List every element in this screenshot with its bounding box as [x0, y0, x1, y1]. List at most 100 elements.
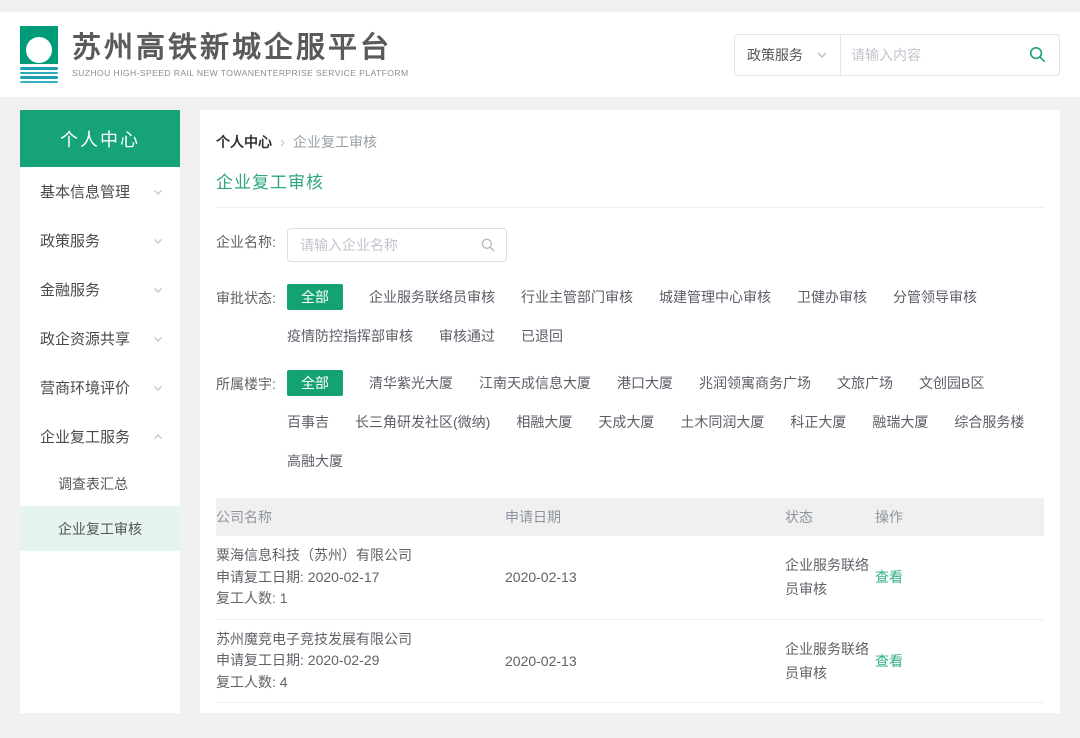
company-input-wrap — [287, 228, 507, 262]
sidebar-item-label: 金融服务 — [40, 279, 100, 300]
brand-text: 苏州高铁新城企服平台 SUZHOU HIGH-SPEED RAIL NEW TO… — [72, 31, 409, 78]
search-category-value: 政策服务 — [747, 45, 803, 65]
brand-title-cn: 苏州高铁新城企服平台 — [72, 31, 409, 65]
sidebar-subitem[interactable]: 调查表汇总 — [20, 461, 180, 506]
header-search-box: 政策服务 — [734, 34, 1060, 76]
sidebar-item[interactable]: 营商环境评价 — [20, 363, 180, 412]
building-label: 所属楼宇: — [216, 370, 287, 398]
view-link[interactable]: 查看 — [875, 569, 903, 585]
sidebar-item[interactable]: 企业复工服务 — [20, 412, 180, 461]
sidebar-header: 个人中心 — [20, 110, 180, 167]
status-option[interactable]: 疫情防控指挥部审核 — [287, 323, 413, 349]
status-options: 全部企业服务联络员审核行业主管部门审核城建管理中心审核卫健办审核分管领导审核疫情… — [287, 284, 1037, 349]
company-name-input[interactable] — [298, 236, 480, 254]
company-cell: 苏州魔竞电子竞技发展有限公司申请复工日期: 2020-02-29复工人数: 4 — [216, 629, 505, 694]
status-option[interactable]: 城建管理中心审核 — [659, 284, 771, 310]
company-name: 粟海信息科技（苏州）有限公司 — [216, 545, 505, 567]
company-name-label: 企业名称: — [216, 228, 287, 256]
building-option[interactable]: 科正大厦 — [790, 409, 846, 435]
breadcrumb-separator-icon: › — [280, 134, 285, 151]
building-filter-row: 所属楼宇: 全部清华紫光大厦江南天成信息大厦港口大厦兆润领寓商务广场文旅广场文创… — [216, 370, 1044, 474]
actions-cell: 查看 — [875, 567, 1044, 587]
table-row: 苏州魔竞电子竞技发展有限公司申请复工日期: 2020-02-29复工人数: 42… — [216, 620, 1044, 704]
building-option[interactable]: 融瑞大厦 — [872, 409, 928, 435]
sidebar-item-label: 企业复工服务 — [40, 426, 130, 447]
sidebar-menu: 基本信息管理政策服务金融服务政企资源共享营商环境评价企业复工服务调查表汇总企业复… — [20, 167, 180, 551]
building-option[interactable]: 高融大厦 — [287, 448, 343, 474]
resume-headcount: 复工人数: 4 — [216, 672, 505, 694]
column-header-company: 公司名称 — [216, 507, 505, 527]
status-label: 审批状态: — [216, 284, 287, 312]
search-icon[interactable] — [1028, 45, 1047, 64]
company-name: 苏州福嘉汇商贸有限公司 — [216, 712, 505, 713]
column-header-apply-date: 申请日期 — [505, 507, 785, 527]
sidebar-item[interactable]: 基本信息管理 — [20, 167, 180, 216]
status-option[interactable]: 全部 — [287, 284, 343, 310]
table-header-row: 公司名称 申请日期 状态 操作 — [216, 498, 1044, 536]
company-cell: 苏州福嘉汇商贸有限公司申请复工日期: 2020-02-13复工人数: 1 — [216, 712, 505, 713]
view-link[interactable]: 查看 — [875, 653, 903, 669]
column-header-actions: 操作 — [875, 507, 1044, 527]
brand-logo — [20, 26, 60, 83]
sidebar-item-label: 营商环境评价 — [40, 377, 130, 398]
title-divider — [216, 207, 1044, 208]
status-option[interactable]: 审核通过 — [439, 323, 495, 349]
building-option[interactable]: 江南天成信息大厦 — [479, 370, 591, 396]
building-option[interactable]: 百事吉 — [287, 409, 329, 435]
sidebar-subitem[interactable]: 企业复工审核 — [20, 506, 180, 551]
table-row: 苏州福嘉汇商贸有限公司申请复工日期: 2020-02-13复工人数: 12020… — [216, 703, 1044, 713]
building-option[interactable]: 天成大厦 — [598, 409, 654, 435]
company-name: 苏州魔竞电子竞技发展有限公司 — [216, 629, 505, 651]
chevron-up-icon — [152, 431, 164, 443]
resume-headcount: 复工人数: 1 — [216, 588, 505, 610]
page-title: 企业复工审核 — [216, 168, 1044, 193]
building-options: 全部清华紫光大厦江南天成信息大厦港口大厦兆润领寓商务广场文旅广场文创园B区百事吉… — [287, 370, 1037, 474]
status-cell: 企业服务联络员审核 — [785, 637, 869, 685]
building-option[interactable]: 综合服务楼 — [954, 409, 1024, 435]
applications-table: 公司名称 申请日期 状态 操作 粟海信息科技（苏州）有限公司申请复工日期: 20… — [216, 498, 1044, 713]
building-option[interactable]: 港口大厦 — [617, 370, 673, 396]
building-option[interactable]: 文创园B区 — [919, 370, 984, 396]
status-option[interactable]: 企业服务联络员审核 — [369, 284, 495, 310]
brand-title-en: SUZHOU HIGH-SPEED RAIL NEW TOWANENTERPRI… — [72, 68, 409, 78]
building-option[interactable]: 土木同润大厦 — [680, 409, 764, 435]
status-option[interactable]: 卫健办审核 — [797, 284, 867, 310]
page-layout: 个人中心 基本信息管理政策服务金融服务政企资源共享营商环境评价企业复工服务调查表… — [20, 110, 1060, 713]
sidebar-item-label: 政策服务 — [40, 230, 100, 251]
status-cell: 企业服务联络员审核 — [785, 553, 869, 601]
chevron-down-icon — [816, 49, 828, 61]
building-option[interactable]: 文旅广场 — [837, 370, 893, 396]
building-option[interactable]: 全部 — [287, 370, 343, 396]
sidebar-item-label: 基本信息管理 — [40, 181, 130, 202]
building-option[interactable]: 相融大厦 — [516, 409, 572, 435]
apply-date-cell: 2020-02-13 — [505, 653, 785, 669]
building-option[interactable]: 兆润领寓商务广场 — [699, 370, 811, 396]
chevron-down-icon — [152, 235, 164, 247]
status-option[interactable]: 行业主管部门审核 — [521, 284, 633, 310]
sidebar-item[interactable]: 政策服务 — [20, 216, 180, 265]
breadcrumb: 个人中心 › 企业复工审核 — [216, 132, 1044, 152]
logo-waves-icon — [20, 67, 60, 83]
logo-circle-icon — [26, 37, 52, 63]
search-category-select[interactable]: 政策服务 — [735, 35, 841, 75]
resume-date: 申请复工日期: 2020-02-17 — [216, 567, 505, 589]
building-option[interactable]: 长三角研发社区(微纳) — [355, 409, 490, 435]
resume-date: 申请复工日期: 2020-02-29 — [216, 650, 505, 672]
building-option[interactable]: 清华紫光大厦 — [369, 370, 453, 396]
breadcrumb-root[interactable]: 个人中心 — [216, 132, 272, 152]
company-cell: 粟海信息科技（苏州）有限公司申请复工日期: 2020-02-17复工人数: 1 — [216, 545, 505, 610]
company-filter-row: 企业名称: — [216, 228, 1044, 262]
sidebar-item[interactable]: 金融服务 — [20, 265, 180, 314]
breadcrumb-current: 企业复工审核 — [293, 132, 377, 152]
status-option[interactable]: 已退回 — [521, 323, 563, 349]
sidebar-item[interactable]: 政企资源共享 — [20, 314, 180, 363]
search-icon[interactable] — [480, 237, 496, 253]
chevron-down-icon — [152, 284, 164, 296]
table-body: 粟海信息科技（苏州）有限公司申请复工日期: 2020-02-17复工人数: 1 2… — [216, 536, 1044, 713]
main-content: 个人中心 › 企业复工审核 企业复工审核 企业名称: 审批状态: 全部企业服务联… — [200, 110, 1060, 713]
status-option[interactable]: 分管领导审核 — [893, 284, 977, 310]
sidebar-item-label: 政企资源共享 — [40, 328, 130, 349]
logo-square-icon — [20, 26, 58, 64]
actions-cell: 查看 — [875, 651, 1044, 671]
header-search-input[interactable] — [841, 47, 1028, 63]
